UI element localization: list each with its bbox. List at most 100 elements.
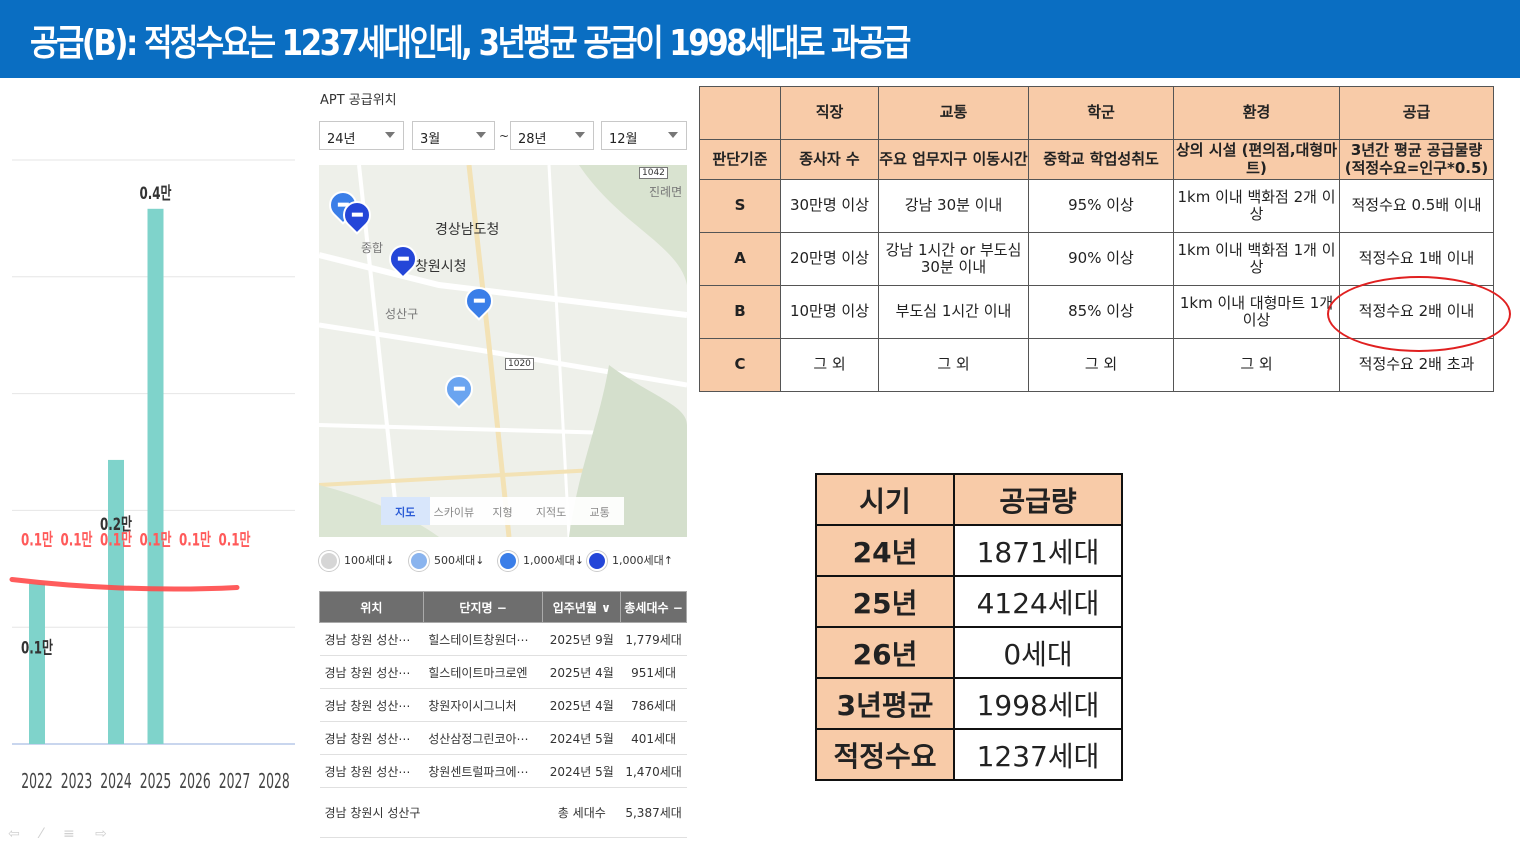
table-row[interactable]: 경남 창원 성산⋯ 성산삼정그린코아⋯ 2024년 5월 401세대	[319, 721, 687, 755]
criteria-basis: 3년간 평균 공급물량 (적정수요=인구*0.5)	[1339, 139, 1494, 180]
from-month-value: 3월	[420, 132, 441, 147]
total-value: 5,387세대	[620, 787, 687, 838]
chevron-down-icon	[575, 132, 585, 138]
supply-value: 0세대	[953, 626, 1123, 679]
x-tick-label: 2027	[219, 770, 251, 793]
criteria-header: 교통	[878, 86, 1029, 140]
apt-section-title: APT 공급위치	[320, 93, 397, 108]
road-badge-1042: 1042	[639, 167, 668, 179]
supply-period: 26년	[815, 626, 955, 679]
line-data-label: 0.1만	[100, 530, 132, 550]
bar-data-label: 0.4만	[140, 184, 172, 204]
from-year-select[interactable]: 24년	[319, 121, 404, 150]
criteria-cell: 그 외	[1173, 338, 1340, 392]
line-data-label: 0.1만	[140, 530, 172, 550]
apt-list-table: 위치 단지명 − 입주년월 ∨ 총세대수 − 경남 창원 성산⋯ 힐스테이트창원…	[319, 591, 687, 838]
chevron-down-icon	[476, 132, 486, 138]
province-office-label: 경상남도청	[435, 222, 500, 238]
criteria-header: 직장	[780, 86, 879, 140]
cell-location: 경남 창원 성산⋯	[319, 721, 424, 755]
apt-map[interactable]: 경상남도청 창원시청 성산구 종합 진례면 1042 1020 지도 스카이뷰 …	[319, 165, 687, 537]
supply-period: 25년	[815, 575, 955, 628]
x-tick-label: 2022	[21, 770, 53, 793]
criteria-header: 환경	[1173, 86, 1340, 140]
cell-name: 창원센트럴파크에⋯	[423, 754, 543, 788]
criteria-cell: 95% 이상	[1028, 179, 1174, 233]
criteria-cell: 부도심 1시간 이내	[878, 285, 1029, 339]
criteria-cell: 적정수요 0.5배 이내	[1339, 179, 1494, 233]
cell-location: 경남 창원 성산⋯	[319, 688, 424, 722]
pin-legend-icon	[498, 551, 518, 571]
from-month-select[interactable]: 3월	[412, 121, 495, 150]
supply-row: 3년평균 1998세대	[815, 677, 1123, 730]
legend-item: 1,000세대↑	[587, 551, 673, 571]
col-header-move-in[interactable]: 입주년월 ∨	[542, 591, 622, 623]
col-header-location[interactable]: 위치	[319, 591, 424, 623]
cell-location: 경남 창원 성산⋯	[319, 655, 424, 689]
supply-header-amount: 공급량	[953, 473, 1123, 526]
cell-move-in: 2025년 4월	[542, 655, 621, 689]
map-tab-map[interactable]: 지도	[381, 497, 430, 525]
x-tick-label: 2025	[140, 770, 172, 793]
district-label: 성산구	[385, 307, 419, 321]
line-data-label: 0.1만	[219, 530, 251, 550]
table-row[interactable]: 경남 창원 성산⋯ 창원자이시그니처 2025년 4월 786세대	[319, 688, 687, 722]
map-tab-terrain[interactable]: 지형	[478, 497, 527, 525]
cell-move-in: 2025년 4월	[542, 688, 621, 722]
pin-legend-icon	[409, 551, 429, 571]
criteria-cell: 그 외	[1028, 338, 1174, 392]
series-line	[9, 576, 240, 592]
col-header-name[interactable]: 단지명 −	[422, 591, 544, 623]
cell-units: 1,779세대	[620, 622, 687, 656]
cell-units: 401세대	[620, 721, 687, 755]
cell-name: 힐스테이트창원더⋯	[423, 622, 543, 656]
x-tick-label: 2026	[179, 770, 211, 793]
criteria-basis-label: 판단기준	[699, 139, 781, 180]
cell-location: 경남 창원 성산⋯	[319, 622, 424, 656]
criteria-basis: 중학교 학업성취도	[1028, 139, 1174, 180]
supply-period: 적정수요	[815, 728, 955, 781]
to-month-select[interactable]: 12월	[601, 121, 687, 150]
bar-data-label: 0.1만	[21, 639, 53, 659]
chevron-down-icon	[385, 132, 395, 138]
to-year-value: 28년	[518, 132, 547, 147]
pin-legend-icon	[587, 551, 607, 571]
chevron-down-icon	[668, 132, 678, 138]
supply-row: 25년 4124세대	[815, 575, 1123, 628]
criteria-header-row: 직장 교통 학군 환경 공급	[699, 86, 1494, 140]
supply-bar-chart: 0.1만 0.2만 0.4만 0.1만 0.1만 0.1만 0.1만 0.1만 0.1만 2022…	[0, 78, 300, 855]
to-year-select[interactable]: 28년	[510, 121, 594, 150]
legend-label: 100세대↓	[344, 554, 395, 567]
total-label: 총 세대수	[542, 787, 621, 838]
map-tab-traffic[interactable]: 교통	[575, 497, 624, 525]
supply-value: 1237세대	[953, 728, 1123, 781]
line-data-label: 0.1만	[61, 530, 93, 550]
x-tick-label: 2023	[61, 770, 93, 793]
map-tab-skyview[interactable]: 스카이뷰	[430, 497, 479, 525]
legend-label: 1,000세대↓	[523, 554, 584, 567]
criteria-cell: 그 외	[878, 338, 1029, 392]
cell-units: 1,470세대	[620, 754, 687, 788]
table-row[interactable]: 경남 창원 성산⋯ 힐스테이트창원더⋯ 2025년 9월 1,779세대	[319, 622, 687, 656]
total-location: 경남 창원시 성산구	[319, 787, 424, 838]
table-row[interactable]: 경남 창원 성산⋯ 힐스테이트마크로엔 2025년 4월 951세대	[319, 655, 687, 689]
road-badge-1020: 1020	[505, 358, 534, 370]
criteria-cell: 90% 이상	[1028, 232, 1174, 286]
table-header-row: 위치 단지명 − 입주년월 ∨ 총세대수 −	[319, 591, 687, 623]
map-tab-cadastral[interactable]: 지적도	[527, 497, 576, 525]
supply-period: 24년	[815, 524, 955, 577]
range-separator: ~	[499, 129, 510, 143]
supply-row: 적정수요 1237세대	[815, 728, 1123, 781]
slide-nav-icons[interactable]: ⇦ ⁄ ≡ ⇨	[8, 826, 115, 842]
rank-cell: C	[699, 338, 781, 392]
legend-label: 1,000세대↑	[612, 554, 673, 567]
col-header-units[interactable]: 총세대수 −	[620, 591, 687, 623]
x-tick-label: 2028	[258, 770, 290, 793]
legend-item: 500세대↓	[409, 551, 484, 571]
criteria-cell: 강남 30분 이내	[878, 179, 1029, 233]
table-row[interactable]: 경남 창원 성산⋯ 창원센트럴파크에⋯ 2024년 5월 1,470세대	[319, 754, 687, 788]
cell-name: 힐스테이트마크로엔	[423, 655, 543, 689]
criteria-cell: 1km 이내 대형마트 1개 이상	[1173, 285, 1340, 339]
highlight-ellipse	[1327, 276, 1511, 352]
pin-legend-icon	[319, 551, 339, 571]
